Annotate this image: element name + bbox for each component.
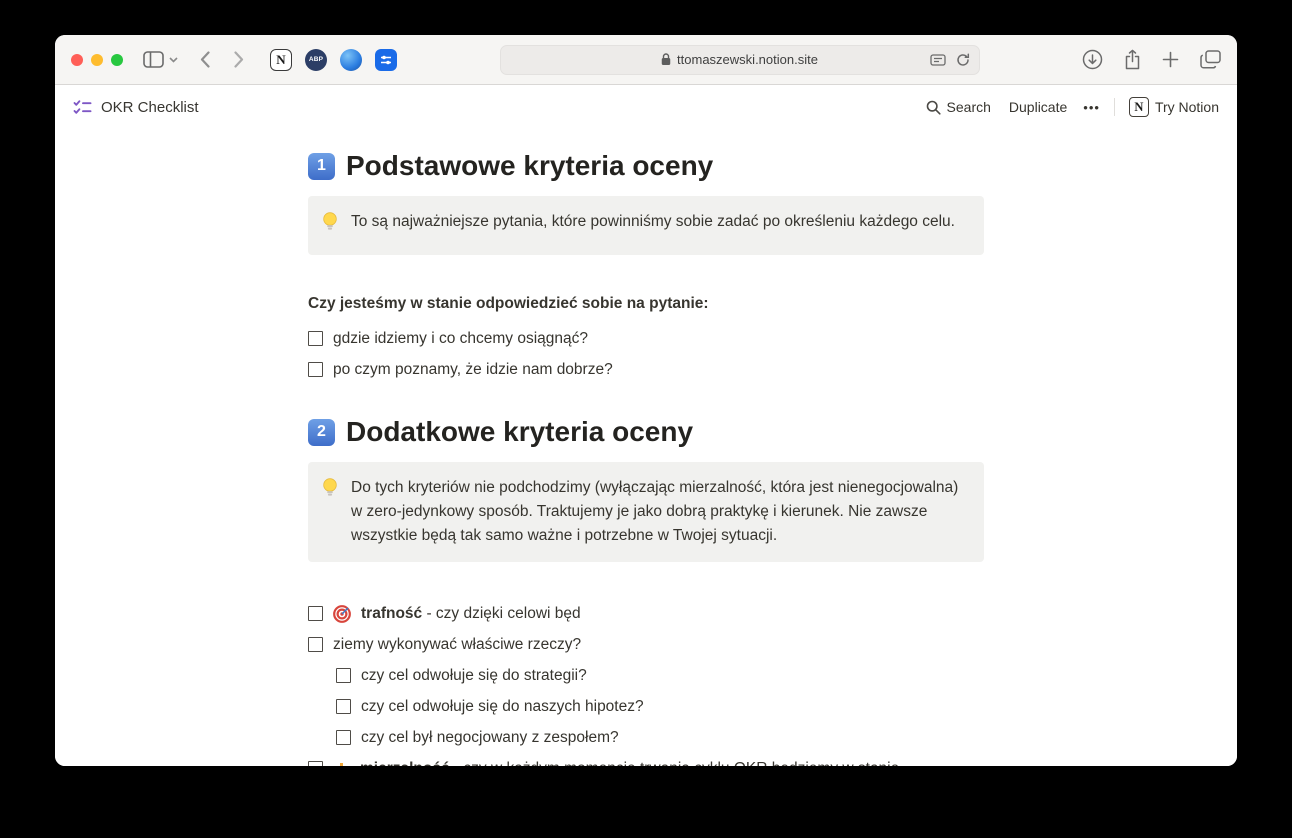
forward-button[interactable] — [234, 51, 244, 68]
back-button[interactable] — [200, 51, 210, 68]
page-content: 1 Podstawowe kryteria oceny To są najważ… — [55, 129, 1237, 766]
lightbulb-icon — [320, 210, 340, 241]
url-text: ttomaszewski.notion.site — [677, 52, 818, 67]
target-icon — [333, 604, 351, 623]
keycap-2-icon: 2 — [308, 418, 335, 446]
todo-item: czy cel był negocjowany z zespołem? — [336, 722, 984, 753]
section-1-heading: 1 Podstawowe kryteria oceny — [308, 149, 984, 183]
try-notion-label: Try Notion — [1154, 99, 1219, 115]
notion-logo-icon: N — [1128, 97, 1149, 117]
todo-item: ziemy wykonywać właściwe rzeczy? — [308, 629, 984, 660]
site-header: OKR Checklist Search Duplicate ••• N Try… — [55, 85, 1237, 129]
traffic-lights — [71, 53, 123, 66]
more-options-button[interactable]: ••• — [1083, 100, 1100, 115]
todo-label: czy cel odwołuje się do strategii? — [361, 666, 587, 684]
section-1-title: Podstawowe kryteria oceny — [346, 150, 714, 181]
sidebar-toggle-icon[interactable] — [143, 51, 164, 68]
sidebar-chevron-down-icon[interactable] — [169, 56, 178, 63]
todo-label: gdzie idziemy i co chcemy osiągnąć? — [333, 329, 589, 347]
share-button[interactable] — [1124, 49, 1141, 70]
checkbox[interactable] — [308, 331, 323, 346]
sphere-extension-icon[interactable] — [340, 48, 362, 71]
reload-icon[interactable] — [956, 52, 970, 67]
todo-label: czy cel był negocjowany z zespołem? — [361, 728, 619, 746]
close-window-button[interactable] — [71, 53, 83, 66]
try-notion-button[interactable]: N Try Notion — [1128, 97, 1219, 117]
page-title: OKR Checklist — [101, 98, 199, 116]
downloads-button[interactable] — [1082, 49, 1103, 70]
todo-list-2: trafność - czy dzięki celowi będ ziemy w… — [308, 598, 984, 766]
todo-list-1: gdzie idziemy i co chcemy osiągnąć? po c… — [308, 323, 984, 385]
checkbox[interactable] — [336, 668, 351, 683]
todo-label: po czym poznamy, że idzie nam dobrze? — [333, 360, 613, 378]
lock-icon — [661, 53, 671, 66]
todo-item: po czym poznamy, że idzie nam dobrze? — [308, 354, 984, 385]
todo-item: czy cel odwołuje się do naszych hipotez? — [336, 691, 984, 722]
section-2-title: Dodatkowe kryteria oceny — [346, 416, 694, 447]
search-label: Search — [946, 99, 991, 115]
checkbox[interactable] — [308, 606, 323, 621]
browser-toolbar: N ABP ttomaszewski.notion.site — [55, 35, 1237, 85]
address-bar[interactable]: ttomaszewski.notion.site — [499, 44, 980, 75]
todo-label: trafność - czy dzięki celowi będ — [361, 604, 581, 622]
callout-block: To są najważniejsze pytania, które powin… — [308, 196, 984, 255]
todo-label: ziemy wykonywać właściwe rzeczy? — [333, 635, 582, 653]
callout-text: Do tych kryteriów nie podchodzimy (wyłąc… — [351, 479, 959, 544]
new-tab-button[interactable] — [1162, 51, 1179, 68]
bar-chart-icon — [333, 760, 350, 766]
zoom-window-button[interactable] — [111, 53, 123, 66]
search-icon — [926, 100, 941, 115]
todo-item: gdzie idziemy i co chcemy osiągnąć? — [308, 323, 984, 354]
duplicate-button[interactable]: Duplicate — [1009, 99, 1067, 115]
callout-text: To są najważniejsze pytania, które powin… — [351, 213, 955, 230]
callout-block: Do tych kryteriów nie podchodzimy (wyłąc… — [308, 462, 984, 562]
checkbox[interactable] — [308, 637, 323, 652]
blue-extension-icon[interactable] — [375, 48, 397, 71]
search-button[interactable]: Search — [926, 99, 991, 115]
adblock-extension-icon[interactable]: ABP — [305, 48, 327, 71]
keycap-1-icon: 1 — [308, 152, 335, 180]
todo-item: mierzalność - czy w każdym momencie trwa… — [308, 753, 984, 766]
section-2-heading: 2 Dodatkowe kryteria oceny — [308, 415, 984, 449]
checkbox[interactable] — [308, 761, 323, 766]
checkbox[interactable] — [336, 730, 351, 745]
question-text: Czy jesteśmy w stanie odpowiedzieć sobie… — [308, 295, 709, 312]
page-options-icon[interactable] — [929, 53, 946, 66]
header-divider — [1113, 98, 1115, 116]
tab-overview-button[interactable] — [1200, 50, 1221, 69]
todo-item: czy cel odwołuje się do strategii? — [336, 660, 984, 691]
minimize-window-button[interactable] — [91, 53, 103, 66]
todo-label: mierzalność - czy w każdym momencie trwa… — [360, 758, 899, 767]
todo-label: czy cel odwołuje się do naszych hipotez? — [361, 697, 644, 715]
browser-window: N ABP ttomaszewski.notion.site OKR Check… — [55, 35, 1237, 766]
todo-item: trafność - czy dzięki celowi będ — [308, 598, 984, 629]
lightbulb-icon — [320, 476, 340, 548]
checklist-page-icon — [73, 99, 92, 116]
checkbox[interactable] — [336, 699, 351, 714]
notion-extension-icon[interactable]: N — [270, 48, 292, 71]
checkbox[interactable] — [308, 362, 323, 377]
